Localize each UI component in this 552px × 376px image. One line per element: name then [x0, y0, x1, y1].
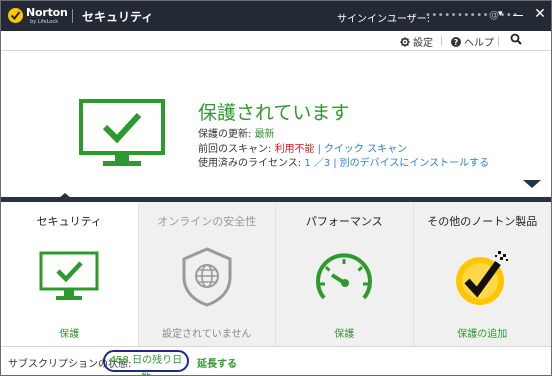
expand-chevron-down-icon[interactable] — [523, 180, 541, 188]
norton-window: Norton by LifeLock セキュリティ サインインユーザー: •••… — [0, 0, 552, 376]
settings-button[interactable]: 設定 — [400, 34, 433, 49]
renew-link[interactable]: 延長する — [197, 355, 237, 370]
tile-more-norton-products[interactable]: その他のノートン製品 保護の追加 — [413, 202, 551, 346]
toolbar: 設定 ? ヘルプ — [1, 31, 551, 51]
close-button[interactable]: ✕ — [533, 7, 547, 21]
status-title: 保護されています — [198, 102, 350, 124]
license-value: 1 ／3 — [304, 158, 331, 169]
update-status-line: 保護の更新: 最新 — [198, 125, 275, 140]
tile-online-safety[interactable]: オンラインの安全性 設定されていません — [138, 202, 276, 346]
gear-icon — [400, 36, 410, 47]
protection-status-panel: 保護されています 保護の更新: 最新 前回のスキャン: 利用不能 | クイック スキ… — [1, 52, 551, 197]
monitor-check-icon — [39, 251, 99, 300]
title-bar: Norton by LifeLock セキュリティ サインインユーザー: •••… — [1, 1, 551, 31]
help-label: ヘルプ — [464, 38, 494, 49]
signed-in-user-name[interactable]: ••••••••••@••• — [425, 10, 519, 21]
logo-subtext: by LifeLock — [30, 19, 59, 25]
speedometer-icon — [316, 253, 373, 300]
protected-monitor-icon — [79, 99, 165, 166]
title-separator — [72, 9, 73, 23]
install-another-device-link[interactable]: 別のデバイスにインストールする — [340, 158, 490, 169]
feature-tiles: セキュリティ 保護 オンラインの安全性 設定されていません パフォーマンス 保護… — [1, 202, 551, 346]
toolbar-separator — [441, 36, 442, 46]
signed-in-user-label: サインインユーザー: — [337, 14, 431, 25]
window-title: セキュリティ — [82, 10, 154, 24]
search-icon — [510, 33, 522, 45]
user-menu-chevron-down-icon[interactable]: ▾ — [498, 9, 503, 19]
license-line: 使用済みのライセンス: 1 ／3 | 別のデバイスにインストールする — [198, 158, 490, 169]
update-label: 保護の更新: — [198, 129, 252, 140]
tile-title: オンラインの安全性 — [157, 215, 257, 228]
active-tile-pointer — [59, 193, 71, 198]
logo-wordmark: Norton — [26, 6, 68, 19]
shield-globe-icon — [182, 247, 232, 307]
days-remaining-badge: 458 日の残り日数 — [103, 350, 189, 375]
settings-label: 設定 — [413, 38, 433, 49]
license-label: 使用済みのライセンス: — [198, 158, 302, 169]
tile-security[interactable]: セキュリティ 保護 — [1, 202, 139, 346]
svg-text:?: ? — [454, 38, 459, 47]
tile-title: その他のノートン製品 — [427, 215, 538, 228]
tile-title: パフォーマンス — [305, 215, 383, 228]
tile-status: 保護の追加 — [457, 329, 508, 340]
tile-title: セキュリティ — [36, 215, 102, 228]
search-button[interactable] — [510, 33, 522, 45]
minimize-button[interactable] — [513, 15, 523, 16]
help-icon: ? — [451, 36, 461, 47]
toolbar-separator — [498, 36, 499, 46]
subscription-bar: サブスクリプションの状態: 458 日の残り日数 延長する — [1, 346, 551, 375]
norton-badge-icon — [456, 251, 509, 305]
norton-logo: Norton by LifeLock — [8, 6, 68, 26]
update-value: 最新 — [254, 129, 275, 140]
help-button[interactable]: ? ヘルプ — [451, 34, 494, 49]
norton-check-icon — [8, 8, 23, 23]
tile-status: 保護 — [334, 329, 355, 340]
tile-status: 設定されていません — [162, 329, 252, 340]
tile-performance[interactable]: パフォーマンス 保護 — [276, 202, 414, 346]
tile-status: 保護 — [59, 329, 80, 340]
last-scan-line: 前回のスキャン: 利用不能 | クイック スキャン — [198, 144, 408, 155]
